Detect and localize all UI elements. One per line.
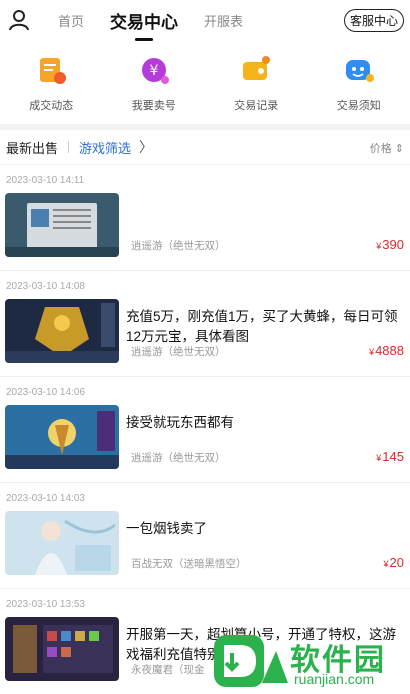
user-icon[interactable] [8,9,30,31]
chat-notice-icon [340,52,378,90]
customer-service-button[interactable]: 客服中心 [343,9,404,32]
main-tabs: 首页 交易中心 开服表 [58,0,243,41]
list-item[interactable]: 2023-03-10 14:11 逍遥游（绝世无双） ¥390 [0,165,410,271]
listing-thumbnail[interactable] [5,511,119,575]
filter-separator [68,141,70,153]
tab-trade-center[interactable]: 交易中心 [110,8,179,41]
orders-icon [32,52,70,90]
currency-symbol: ¥ [376,453,382,463]
listing-price: ¥390 [376,237,404,252]
quick-link-label: 交易须知 [336,100,381,112]
currency-symbol: ¥ [376,241,382,251]
listing-thumbnail[interactable] [5,193,119,257]
quick-link-notice[interactable]: 交易须知 [319,52,399,124]
listing-thumbnail[interactable] [5,617,119,681]
filter-bar: 最新出售 游戏筛选 〉 价格 ⇕ [0,130,410,165]
listing-time: 2023-03-10 14:08 [6,281,85,292]
quick-link-records[interactable]: 交易记录 [216,52,296,124]
chevron-right-icon[interactable]: 〉 [139,137,153,157]
top-bar: 首页 交易中心 开服表 客服中心 [0,0,410,41]
currency-symbol: ¥ [369,347,375,357]
listing-price: ¥4888 [369,343,404,358]
price-sort-button[interactable]: 价格 ⇕ [370,140,404,156]
price-value: 390 [382,237,404,252]
quick-link-label: 我要卖号 [131,100,176,112]
price-sort-label: 价格 [369,143,392,155]
quick-links: 成交动态 ¥ 我要卖号 交易记录 交易须知 [0,40,410,124]
list-item[interactable]: 2023-03-10 14:06 接受就玩东西都有 逍遥游（绝世无双） ¥145 [0,377,410,483]
listing-title: 接受就玩东西都有 [126,415,234,430]
listing-price: ¥145 [376,449,404,464]
price-value: 145 [382,449,404,464]
listing-thumbnail[interactable] [5,299,119,363]
listing-server: 永夜魔君（现金 [131,664,205,676]
sort-arrows-icon: ⇕ [394,143,404,155]
listing-thumbnail[interactable] [5,405,119,469]
listing-server: 逍遥游（绝世无双） [131,240,226,252]
listing-title: 一包烟钱卖了 [126,521,207,536]
listing-time: 2023-03-10 14:06 [6,387,85,398]
list-item[interactable]: 2023-03-10 14:03 一包烟钱卖了 百战无双（送暗黑悟空） ¥20 [0,483,410,589]
list-item[interactable]: 2023-03-10 14:08 充值5万，刚充值1万，买了大黄蜂，每日可领12… [0,271,410,377]
price-value: 20 [389,555,404,570]
watermark-logo-icon [214,635,288,687]
watermark-url: ruanjian.com [294,671,375,687]
game-filter-button[interactable]: 游戏筛选 [79,138,131,157]
listing-server: 逍遥游（绝世无双） [131,346,226,358]
quick-link-label: 交易记录 [234,100,279,112]
svg-text:¥: ¥ [149,63,158,79]
listing-server: 逍遥游（绝世无双） [131,452,226,464]
watermark: 软件园 ruanjian.com [210,631,406,691]
quick-link-label: 成交动态 [29,100,74,112]
currency-symbol: ¥ [383,559,389,569]
tab-home[interactable]: 首页 [58,11,84,30]
listing-list: 2023-03-10 14:11 逍遥游（绝世无双） ¥390 2023-03-… [0,165,410,694]
sell-yuan-icon: ¥ [135,52,173,90]
listing-time: 2023-03-10 14:11 [6,175,85,186]
listing-price: ¥20 [384,555,404,570]
tab-server-list[interactable]: 开服表 [204,11,243,30]
listing-title: 充值5万，刚充值1万，买了大黄蜂，每日可领12万元宝，具体看图 [126,309,398,344]
price-value: 4888 [375,343,404,358]
tab-trade-center-label: 交易中心 [110,12,179,32]
listing-server: 百战无双（送暗黑悟空） [131,558,247,570]
active-tab-indicator [135,37,154,41]
listing-time: 2023-03-10 14:03 [6,493,85,504]
latest-sale-label[interactable]: 最新出售 [6,138,58,157]
quick-link-sell[interactable]: ¥ 我要卖号 [114,52,194,124]
listing-time: 2023-03-10 13:53 [6,599,85,610]
wallet-icon [237,52,275,90]
quick-link-deals[interactable]: 成交动态 [11,52,91,124]
